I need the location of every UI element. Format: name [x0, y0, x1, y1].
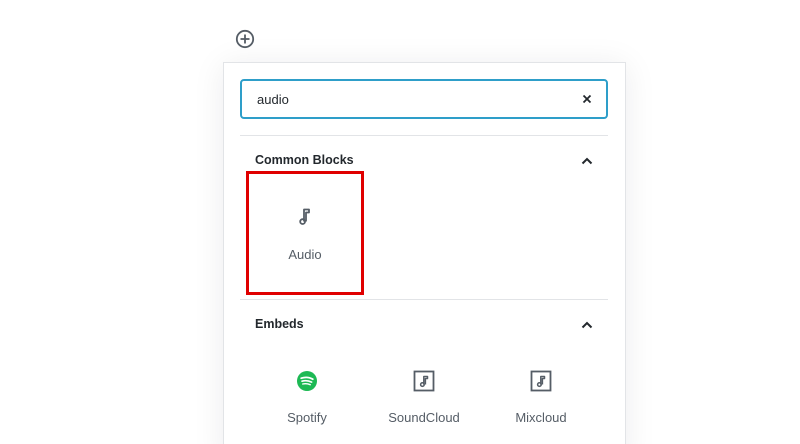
- block-label: SoundCloud: [388, 410, 460, 425]
- panel-title: Embeds: [255, 317, 304, 331]
- spotify-icon: [295, 369, 319, 393]
- block-label: Audio: [288, 247, 322, 262]
- add-block-button[interactable]: [234, 28, 256, 50]
- block-item-spotify[interactable]: Spotify: [248, 365, 366, 444]
- block-inserter-popover: Common Blocks Audio Embeds: [223, 62, 626, 444]
- divider: [240, 135, 608, 136]
- panel-header-embeds[interactable]: Embeds: [240, 308, 608, 342]
- block-item-soundcloud[interactable]: SoundCloud: [365, 365, 483, 444]
- block-search: [240, 79, 608, 119]
- clear-search-button[interactable]: [578, 90, 596, 108]
- block-item-audio[interactable]: Audio: [246, 171, 364, 295]
- embed-audio-icon: [529, 369, 553, 393]
- panel-title: Common Blocks: [255, 153, 354, 167]
- block-search-input[interactable]: [242, 81, 562, 117]
- block-label: Spotify: [287, 410, 327, 425]
- chevron-up-icon: [581, 321, 593, 329]
- chevron-up-icon: [581, 157, 593, 165]
- block-label: Mixcloud: [515, 410, 567, 425]
- divider: [240, 299, 608, 300]
- close-icon: [582, 94, 592, 104]
- embed-audio-icon: [412, 369, 436, 393]
- block-item-mixcloud[interactable]: Mixcloud: [482, 365, 600, 444]
- music-note-icon: [293, 204, 317, 228]
- editor-canvas: Common Blocks Audio Embeds: [0, 0, 800, 444]
- plus-circle-icon: [235, 29, 255, 49]
